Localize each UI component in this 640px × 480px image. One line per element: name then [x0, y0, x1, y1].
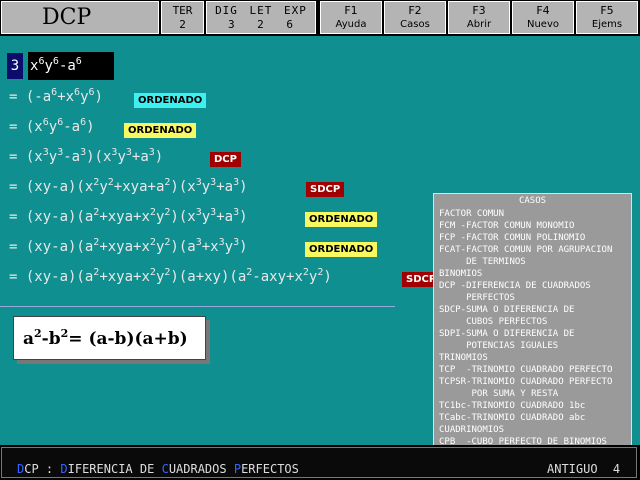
- casos-panel: CASOS FACTOR COMUN FCM -FACTOR COMUN MONO…: [433, 193, 632, 446]
- casos-item[interactable]: SDPI-SUMA O DIFERENCIA DE: [434, 328, 631, 340]
- sdcp-badge: SDCP: [306, 182, 345, 197]
- ter-value: 2: [179, 18, 186, 31]
- casos-item[interactable]: TCabc-TRINOMIO CUADRADO abc: [434, 412, 631, 424]
- f5-label: Ejems: [591, 19, 623, 30]
- step-line: = (x6y6-a6): [9, 117, 95, 136]
- casos-item[interactable]: FCP -FACTOR COMUN POLINOMIO: [434, 232, 631, 244]
- f1-help-button[interactable]: F1 Ayuda: [320, 1, 382, 34]
- ter-label: TER: [172, 4, 193, 17]
- casos-item[interactable]: FCAT-FACTOR COMUN POR AGRUPACION: [434, 244, 631, 256]
- step-line: = (-a6+x6y6): [9, 87, 103, 106]
- f4-nuevo-button[interactable]: F4 Nuevo: [512, 1, 574, 34]
- casos-item[interactable]: FCM -FACTOR COMUN MONOMIO: [434, 220, 631, 232]
- status-right-value: 4: [612, 462, 621, 476]
- dle-labels: DIG LET EXP: [215, 4, 307, 17]
- casos-item[interactable]: DCP -DIFERENCIA DE CUADRADOS: [434, 280, 631, 292]
- divider: [0, 306, 395, 307]
- problem-number: 3: [7, 53, 23, 79]
- f2-key: F2: [408, 4, 422, 17]
- status-bar: DCP : DIFERENCIA DE CUADRADOS PERFECTOS …: [0, 445, 640, 480]
- dcp-badge: DCP: [210, 152, 241, 167]
- ordenado-badge: ORDENADO: [134, 93, 207, 108]
- f1-label: Ayuda: [335, 19, 367, 30]
- casos-item[interactable]: CUBOS PERFECTOS: [434, 316, 631, 328]
- dle-values: 3 2 6: [227, 18, 295, 31]
- casos-item[interactable]: TCPSR-TRINOMIO CUADRADO PERFECTO: [434, 376, 631, 388]
- f4-label: Nuevo: [526, 19, 559, 30]
- dig-let-exp-indicator: DIG LET EXP 3 2 6: [206, 1, 316, 34]
- f4-key: F4: [536, 4, 550, 17]
- top-bar: DCP TER 2 DIG LET EXP 3 2 6 F1 Ayuda F2 …: [0, 0, 640, 36]
- f3-key: F3: [472, 4, 486, 17]
- casos-title: CASOS: [518, 196, 547, 206]
- casos-item[interactable]: SDCP-SUMA O DIFERENCIA DE: [434, 304, 631, 316]
- f3-abrir-button[interactable]: F3 Abrir: [448, 1, 510, 34]
- step-line: = (xy-a)(x2y2+xya+a2)(x3y3+a3): [9, 177, 248, 196]
- app-title: DCP: [1, 1, 159, 34]
- casos-section-header: FACTOR COMUN: [439, 209, 505, 219]
- casos-item[interactable]: TCP -TRINOMIO CUADRADO PERFECTO: [434, 364, 631, 376]
- casos-item[interactable]: POR SUMA Y RESTA: [434, 388, 631, 400]
- status-frame: DCP : DIFERENCIA DE CUADRADOS PERFECTOS …: [1, 447, 637, 478]
- step-line: = (xy-a)(a2+xya+x2y2)(a3+x3y3): [9, 237, 248, 256]
- f1-key: F1: [344, 4, 358, 17]
- step-line: = (xy-a)(a2+xya+x2y2)(x3y3+a3): [9, 207, 248, 226]
- casos-list: FACTOR COMUN FCM -FACTOR COMUN MONOMIO FCP…: [434, 208, 631, 445]
- ordenado-badge: ORDENADO: [124, 123, 197, 138]
- f2-casos-button[interactable]: F2 Casos: [384, 1, 446, 34]
- f3-label: Abrir: [466, 19, 492, 30]
- status-text: DCP : DIFERENCIA DE CUADRADOS PERFECTOS: [17, 462, 299, 476]
- ordenado-badge: ORDENADO: [305, 212, 378, 227]
- status-right-label: ANTIGUO: [547, 462, 598, 476]
- casos-section-header: CUADRINOMIOS: [439, 425, 505, 435]
- casos-section-header: TRINOMIOS: [439, 353, 488, 363]
- formula-box: a2-b2= (a-b)(a+b): [13, 316, 206, 360]
- casos-item[interactable]: PERFECTOS: [434, 292, 631, 304]
- expression-input[interactable]: x6y6-a6: [28, 52, 114, 80]
- ordenado-badge: ORDENADO: [305, 242, 378, 257]
- status-right: ANTIGUO 4: [547, 462, 620, 476]
- f5-ejems-button[interactable]: F5 Ejems: [576, 1, 638, 34]
- casos-item[interactable]: POTENCIAS IGUALES: [434, 340, 631, 352]
- f2-label: Casos: [400, 19, 430, 30]
- step-line: = (xy-a)(a2+xya+x2y2)(a+xy)(a2-axy+x2y2): [9, 267, 332, 286]
- casos-item[interactable]: DE TERMINOS: [434, 256, 631, 268]
- step-line: = (x3y3-a3)(x3y3+a3): [9, 147, 164, 166]
- ter-indicator: TER 2: [161, 1, 204, 34]
- casos-section-header: BINOMIOS: [439, 269, 483, 279]
- casos-item[interactable]: TC1bc-TRINOMIO CUADRADO 1bc: [434, 400, 631, 412]
- f5-key: F5: [600, 4, 614, 17]
